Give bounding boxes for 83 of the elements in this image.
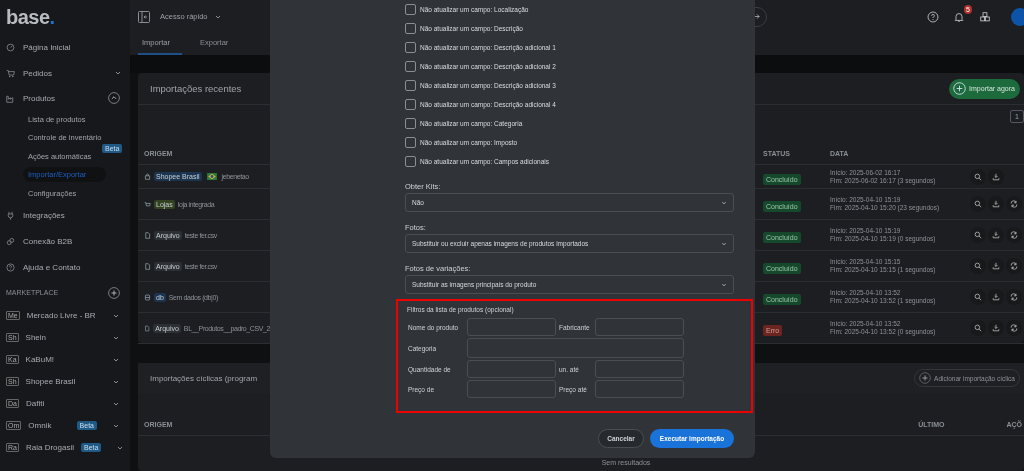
sidebar-toggle-icon[interactable] — [138, 10, 150, 23]
search-icon — [974, 200, 982, 208]
repeat-button[interactable] — [1006, 289, 1022, 305]
checkbox[interactable] — [405, 99, 416, 110]
download-icon — [992, 262, 1000, 270]
repeat-button[interactable] — [1006, 227, 1022, 243]
cart-icon — [144, 200, 151, 208]
search-button[interactable] — [970, 258, 986, 274]
help-icon — [6, 263, 15, 272]
checkbox[interactable] — [405, 23, 416, 34]
repeat-icon — [1010, 262, 1018, 270]
download-button[interactable] — [988, 320, 1004, 336]
file-icon — [144, 262, 151, 270]
database-icon — [144, 293, 151, 301]
download-button[interactable] — [988, 168, 1004, 185]
repeat-icon — [1010, 324, 1018, 332]
link-icon — [6, 237, 15, 246]
chevron-down-icon — [721, 240, 727, 247]
card-title: Importações cíclicas (program — [150, 373, 258, 383]
search-icon — [974, 262, 982, 270]
checkbox[interactable] — [405, 118, 416, 129]
collapse-icon[interactable] — [108, 92, 120, 104]
boxes-icon[interactable] — [979, 10, 991, 23]
nav-item[interactable]: Pedidos — [6, 60, 122, 86]
download-icon — [992, 293, 1000, 301]
plus-icon — [919, 372, 932, 384]
checkbox[interactable] — [405, 137, 416, 148]
checkbox[interactable] — [405, 61, 416, 72]
repeat-icon — [1010, 200, 1018, 208]
nav-item[interactable]: Página Inicial — [6, 34, 122, 60]
nav-item[interactable]: Ajuda e Contato — [6, 254, 122, 281]
logo: base. — [6, 5, 55, 30]
download-icon — [992, 172, 1000, 181]
checkbox[interactable] — [405, 4, 416, 15]
repeat-button[interactable] — [1006, 258, 1022, 274]
download-button[interactable] — [988, 289, 1004, 305]
nav-item[interactable]: Integrações — [6, 202, 122, 229]
input-field[interactable] — [467, 360, 556, 378]
download-icon — [992, 231, 1000, 239]
checkbox[interactable] — [405, 42, 416, 53]
download-icon — [992, 200, 1000, 208]
input-field[interactable] — [595, 360, 684, 378]
repeat-button[interactable] — [1006, 320, 1022, 336]
input-field[interactable] — [467, 318, 556, 336]
search-icon — [974, 172, 982, 181]
input-field[interactable] — [467, 338, 684, 358]
search-button[interactable] — [970, 196, 986, 212]
search-button[interactable] — [970, 227, 986, 243]
chevron-down-icon[interactable] — [114, 69, 122, 77]
nav-item[interactable]: Produtos — [6, 86, 122, 110]
search-button[interactable] — [970, 289, 986, 305]
download-icon — [992, 324, 1000, 332]
search-button[interactable] — [970, 168, 986, 185]
file-icon — [144, 324, 151, 332]
bag-icon — [144, 173, 151, 180]
input-field[interactable] — [467, 380, 556, 398]
chevron-down-icon — [721, 199, 727, 206]
checkbox[interactable] — [405, 156, 416, 167]
card-title: Importações recentes — [150, 83, 242, 94]
search-icon — [974, 231, 982, 239]
input-field[interactable] — [595, 318, 684, 336]
plus-icon — [953, 82, 967, 95]
search-icon — [974, 324, 982, 332]
chevron-down-icon — [721, 281, 727, 288]
input-field[interactable] — [595, 380, 684, 398]
search-button[interactable] — [970, 320, 986, 336]
factory-icon — [6, 93, 15, 103]
nav-item[interactable]: Conexão B2B — [6, 228, 122, 255]
add-icon[interactable] — [108, 286, 120, 299]
bell-icon[interactable] — [953, 10, 965, 23]
cart-icon — [6, 68, 15, 78]
repeat-button[interactable] — [1006, 196, 1022, 212]
repeat-icon — [1010, 231, 1018, 239]
gauge-icon — [6, 42, 15, 52]
download-button[interactable] — [988, 227, 1004, 243]
file-icon — [144, 231, 151, 239]
checkbox[interactable] — [405, 80, 416, 91]
search-icon — [974, 293, 982, 301]
plug-icon — [6, 211, 15, 220]
repeat-icon — [1010, 293, 1018, 301]
help-icon[interactable] — [927, 10, 939, 23]
download-button[interactable] — [988, 196, 1004, 212]
download-button[interactable] — [988, 258, 1004, 274]
